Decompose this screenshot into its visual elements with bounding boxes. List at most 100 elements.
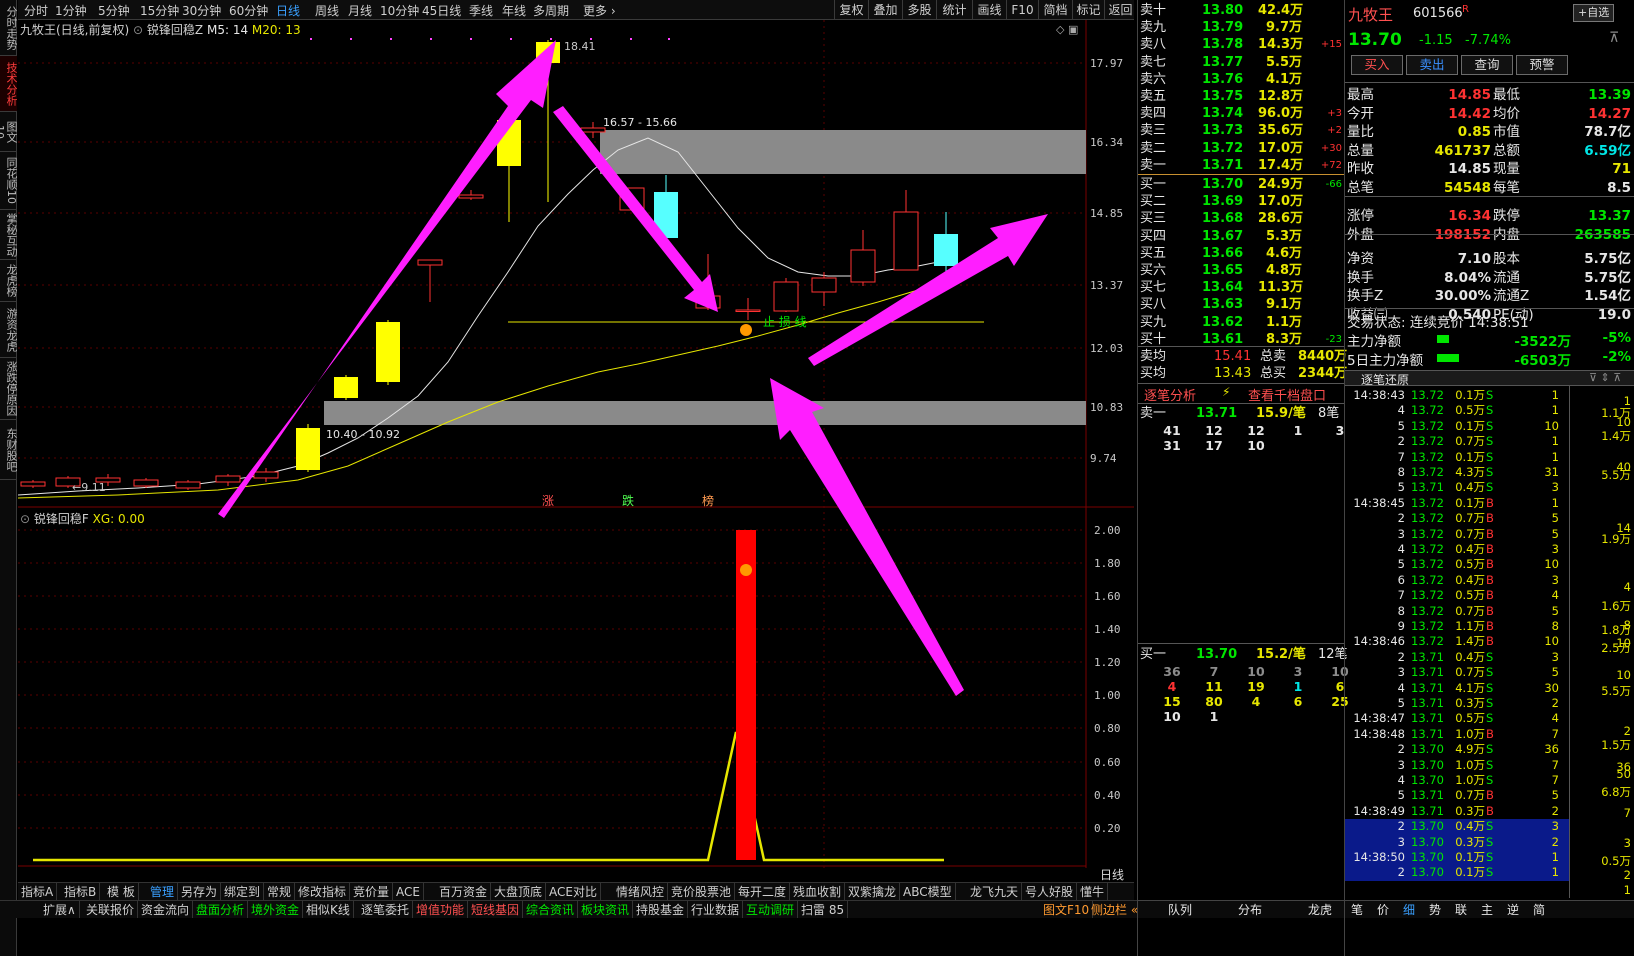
indicator-tab-1[interactable]: 指标B	[61, 883, 101, 900]
indicator-tab-21[interactable]: 懂牛	[1077, 883, 1109, 900]
tool-3[interactable]: 统计	[936, 0, 972, 20]
bid-row-4[interactable]: 买五 13.66 4.6万	[1138, 245, 1344, 262]
bid-row-3[interactable]: 买四 13.67 5.3万	[1138, 228, 1344, 245]
bid-row-8[interactable]: 买九 13.62 1.1万	[1138, 314, 1344, 331]
tool-7[interactable]: 标记	[1072, 0, 1104, 20]
indicator-tab-9[interactable]: ACE	[393, 883, 424, 900]
function-tab-11[interactable]: 持股基金	[633, 901, 689, 918]
period-12[interactable]: 年线	[502, 2, 526, 19]
period-4[interactable]: 30分钟	[182, 2, 221, 19]
tool-2[interactable]: 多股	[902, 0, 936, 20]
chart-window-controls[interactable]: ◇ ▣	[1056, 23, 1078, 36]
function-tab-6[interactable]: 逐笔委托	[358, 901, 414, 918]
trade-button-1[interactable]: 卖出	[1406, 55, 1458, 75]
ask-row-0[interactable]: 卖十 13.80 42.4万	[1138, 2, 1344, 19]
function-tab-3[interactable]: 盘面分析	[193, 901, 249, 918]
ask-row-4[interactable]: 卖六 13.76 4.1万	[1138, 71, 1344, 88]
period-7[interactable]: 周线	[315, 2, 339, 19]
detail-tab-5[interactable]: 主	[1481, 901, 1493, 918]
detail-tab-1[interactable]: 价	[1377, 901, 1389, 918]
period-11[interactable]: 季线	[469, 2, 493, 19]
main-indicator-name[interactable]: 锐锋回稳Z	[147, 23, 203, 37]
tool-8[interactable]: 返回	[1104, 0, 1136, 20]
tab-tick-analysis[interactable]: 逐笔分析	[1144, 385, 1196, 404]
indicator-tab-11[interactable]: 大盘顶底	[491, 883, 547, 900]
ask-row-5[interactable]: 卖五 13.75 12.8万	[1138, 88, 1344, 105]
indicator-tab-2[interactable]: 模 板	[104, 883, 139, 900]
period-13[interactable]: 多周期	[533, 2, 569, 19]
bid-row-2[interactable]: 买三 13.68 28.6万	[1138, 210, 1344, 227]
bid-row-1[interactable]: 买二 13.69 17.0万	[1138, 193, 1344, 210]
bid-row-6[interactable]: 买七 13.64 11.3万	[1138, 279, 1344, 296]
f10-tab[interactable]: 图文F10	[1040, 901, 1094, 918]
ticks-controls-icon[interactable]: ⊽ ⇕ ⊼	[1589, 371, 1621, 384]
add-watchlist-button[interactable]: +自选	[1573, 4, 1615, 22]
period-6[interactable]: 日线	[276, 2, 300, 19]
function-tab-1[interactable]: 关联报价	[83, 901, 139, 918]
indicator-tab-19[interactable]: 龙飞九天	[967, 883, 1023, 900]
chart-canvas[interactable]: 17.97 16.34 14.85 13.37 12.03 10.83 9.74 2.00 1.…	[17, 20, 1134, 881]
indicator-tab-20[interactable]: 号人好股	[1022, 883, 1078, 900]
function-tab-14[interactable]: 扫雷 85	[798, 901, 849, 918]
indicator-tab-7[interactable]: 修改指标	[295, 883, 351, 900]
period-1[interactable]: 1分钟	[55, 2, 87, 19]
kline-chart[interactable]: 17.97 16.34 14.85 13.37 12.03 10.83 9.74 2.00 1.…	[17, 20, 1134, 882]
indicator-tab-14[interactable]: 竞价股票池	[668, 883, 736, 900]
sidebar-tab-2[interactable]: 图文10	[0, 112, 17, 152]
indicator-tab-15[interactable]: 每开二度	[735, 883, 791, 900]
sidebar-tab-0[interactable]: 分时走势	[0, 0, 17, 56]
indicator-tab-6[interactable]: 常规	[264, 883, 296, 900]
tool-4[interactable]: 画线	[972, 0, 1006, 20]
indicator-tab-4[interactable]: 另存为	[178, 883, 222, 900]
tool-0[interactable]: 复权	[834, 0, 868, 20]
bid-row-0[interactable]: 买一 13.70 24.9万 -66	[1138, 176, 1344, 193]
book-bottom-tab-0[interactable]: 队列	[1168, 901, 1192, 918]
sub-indicator-name[interactable]: 锐锋回稳F	[34, 512, 89, 526]
period-10[interactable]: 45日线	[422, 2, 461, 19]
trade-button-3[interactable]: 预警	[1516, 55, 1568, 75]
tool-5[interactable]: F10	[1006, 0, 1038, 20]
indicator-tab-16[interactable]: 残血收割	[790, 883, 846, 900]
function-tab-13[interactable]: 互动调研	[743, 901, 799, 918]
detail-tab-6[interactable]: 逆	[1507, 901, 1519, 918]
detail-tab-2[interactable]: 细	[1403, 901, 1415, 918]
sidebar-toggle[interactable]: 侧边栏 «	[1088, 901, 1137, 918]
ask-row-1[interactable]: 卖九 13.79 9.7万	[1138, 19, 1344, 36]
indicator-tab-0[interactable]: 指标A	[18, 883, 58, 900]
detail-tab-7[interactable]: 简	[1533, 901, 1545, 918]
indicator-tab-13[interactable]: 情绪风控	[613, 883, 669, 900]
ask-row-9[interactable]: 卖一 13.71 17.4万 +72	[1138, 157, 1344, 174]
period-14[interactable]: 更多 ›	[583, 2, 616, 19]
collapse-icon[interactable]: ⊼	[1609, 30, 1619, 46]
sidebar-tab-6[interactable]: 游资龙虎	[0, 302, 17, 358]
detail-tab-3[interactable]: 势	[1429, 901, 1441, 918]
trade-button-0[interactable]: 买入	[1351, 55, 1403, 75]
trade-button-2[interactable]: 查询	[1461, 55, 1513, 75]
function-tab-8[interactable]: 短线基因	[468, 901, 524, 918]
ask-row-2[interactable]: 卖八 13.78 14.3万 +15	[1138, 36, 1344, 53]
indicator-tab-8[interactable]: 竞价量	[350, 883, 394, 900]
sidebar-tab-1[interactable]: 技术分析	[0, 56, 17, 112]
period-2[interactable]: 5分钟	[98, 2, 130, 19]
indicator-tab-12[interactable]: ACE对比	[546, 883, 601, 900]
bid-row-5[interactable]: 买六 13.65 4.8万	[1138, 262, 1344, 279]
sidebar-tab-7[interactable]: 涨跌停原因	[0, 358, 17, 420]
ask-row-3[interactable]: 卖七 13.77 5.5万	[1138, 54, 1344, 71]
sidebar-tab-5[interactable]: 龙虎榜	[0, 260, 17, 302]
indicator-tab-5[interactable]: 绑定到	[221, 883, 265, 900]
function-tab-2[interactable]: 资金流向	[138, 901, 194, 918]
indicator-dropdown-icon[interactable]: ⊙	[133, 23, 143, 37]
book-bottom-tab-2[interactable]: 龙虎	[1308, 901, 1332, 918]
function-tab-0[interactable]: 扩展∧	[40, 901, 80, 918]
indicator-tab-3[interactable]: 管理	[147, 883, 179, 900]
ask-row-7[interactable]: 卖三 13.73 35.6万 +2	[1138, 122, 1344, 139]
function-tab-12[interactable]: 行业数据	[688, 901, 744, 918]
indicator-tab-10[interactable]: 百万资金	[436, 883, 492, 900]
tool-6[interactable]: 简档	[1038, 0, 1072, 20]
function-tab-9[interactable]: 综合资讯	[523, 901, 579, 918]
tab-deep-book[interactable]: 查看千档盘口	[1248, 385, 1326, 404]
function-tab-5[interactable]: 相似K线	[303, 901, 354, 918]
period-9[interactable]: 10分钟	[380, 2, 419, 19]
sidebar-tab-4[interactable]: 掌秘互动	[0, 210, 17, 260]
period-5[interactable]: 60分钟	[229, 2, 268, 19]
